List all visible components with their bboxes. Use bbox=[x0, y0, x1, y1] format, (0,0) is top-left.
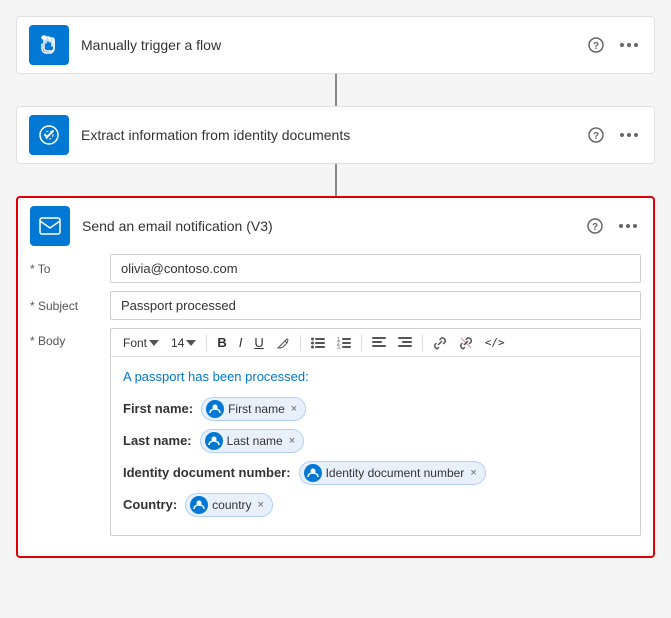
extract-info-card: Extract information from identity docume… bbox=[16, 106, 655, 164]
editor-content[interactable]: A passport has been processed: First nam… bbox=[111, 357, 640, 535]
subject-row: * Subject bbox=[30, 291, 641, 320]
email-card-actions: ? bbox=[583, 214, 641, 238]
last-name-tag[interactable]: Last name × bbox=[200, 429, 304, 453]
last-name-row: Last name: Last name bbox=[123, 429, 628, 453]
first-name-tag[interactable]: First name × bbox=[201, 397, 306, 421]
send-email-title: Send an email notification (V3) bbox=[82, 218, 583, 234]
card-actions: ? bbox=[584, 33, 642, 57]
country-tag-icon bbox=[190, 496, 208, 514]
manual-trigger-card: Manually trigger a flow ? bbox=[16, 16, 655, 74]
flow-container: Manually trigger a flow ? bbox=[16, 16, 655, 558]
italic-button[interactable]: I bbox=[235, 333, 247, 352]
body-row: * Body Font 14 bbox=[30, 328, 641, 536]
country-tag-label: country bbox=[212, 498, 251, 512]
toolbar-divider-4 bbox=[422, 335, 423, 351]
extract-help-button[interactable]: ? bbox=[584, 123, 608, 147]
id-number-tag-close[interactable]: × bbox=[470, 467, 476, 479]
svg-text:?: ? bbox=[592, 222, 598, 233]
numbered-list-button[interactable]: 1. 2. 3. bbox=[333, 335, 355, 351]
email-card-icon bbox=[30, 206, 70, 246]
intro-line: A passport has been processed: bbox=[123, 367, 628, 387]
bullet-list-button[interactable] bbox=[307, 335, 329, 351]
align-right-button[interactable] bbox=[394, 335, 416, 351]
first-name-tag-icon bbox=[206, 400, 224, 418]
align-left-button[interactable] bbox=[368, 335, 390, 351]
first-name-tag-label: First name bbox=[228, 402, 285, 416]
manual-trigger-icon bbox=[29, 25, 69, 65]
to-label: * To bbox=[30, 254, 110, 276]
extract-card-actions: ? bbox=[584, 123, 642, 147]
help-button[interactable]: ? bbox=[584, 33, 608, 57]
font-selector[interactable]: Font bbox=[119, 334, 163, 352]
country-tag[interactable]: country × bbox=[185, 493, 273, 517]
svg-text:3.: 3. bbox=[337, 345, 341, 349]
svg-text:?: ? bbox=[593, 131, 599, 142]
id-number-tag-icon bbox=[304, 464, 322, 482]
body-editor: Font 14 bbox=[110, 328, 641, 536]
last-name-tag-icon bbox=[205, 432, 223, 450]
toolbar-divider-3 bbox=[361, 335, 362, 351]
last-name-label: Last name: bbox=[123, 433, 192, 448]
first-name-tag-close[interactable]: × bbox=[291, 403, 297, 415]
extract-more-button[interactable] bbox=[616, 129, 642, 141]
country-label: Country: bbox=[123, 497, 177, 512]
id-number-row: Identity document number: Identity docu bbox=[123, 461, 628, 485]
send-email-card: Send an email notification (V3) ? bbox=[16, 196, 655, 558]
highlight-button[interactable] bbox=[272, 334, 294, 352]
email-form-body: * To * Subject * Body Font bbox=[18, 254, 653, 556]
font-size-dropdown-icon bbox=[186, 340, 196, 346]
font-size-value: 14 bbox=[171, 336, 184, 350]
first-name-row: First name: First name bbox=[123, 397, 628, 421]
underline-button[interactable]: U bbox=[250, 333, 267, 352]
subject-input[interactable] bbox=[110, 291, 641, 320]
toolbar-divider-2 bbox=[300, 335, 301, 351]
first-name-label: First name: bbox=[123, 401, 193, 416]
editor-toolbar: Font 14 bbox=[111, 329, 640, 357]
country-tag-close[interactable]: × bbox=[258, 499, 264, 511]
extract-icon bbox=[29, 115, 69, 155]
font-size-selector[interactable]: 14 bbox=[167, 334, 200, 352]
email-more-button[interactable] bbox=[615, 220, 641, 232]
to-row: * To bbox=[30, 254, 641, 283]
country-row: Country: country × bbox=[123, 493, 628, 517]
manual-trigger-title: Manually trigger a flow bbox=[81, 37, 584, 53]
toolbar-divider-1 bbox=[206, 335, 207, 351]
more-button[interactable] bbox=[616, 39, 642, 51]
to-input[interactable] bbox=[110, 254, 641, 283]
body-label: * Body bbox=[30, 328, 110, 348]
arrow-2 bbox=[335, 164, 337, 196]
last-name-tag-label: Last name bbox=[227, 434, 283, 448]
id-number-label: Identity document number: bbox=[123, 465, 291, 480]
font-label: Font bbox=[123, 336, 147, 350]
svg-text:?: ? bbox=[593, 41, 599, 52]
arrow-1 bbox=[335, 74, 337, 106]
subject-label: * Subject bbox=[30, 291, 110, 313]
unlink-button[interactable] bbox=[455, 334, 477, 352]
extract-info-title: Extract information from identity docume… bbox=[81, 127, 584, 143]
id-number-tag-label: Identity document number bbox=[326, 466, 465, 480]
code-button[interactable]: </> bbox=[481, 334, 509, 351]
email-help-button[interactable]: ? bbox=[583, 214, 607, 238]
bold-button[interactable]: B bbox=[213, 333, 230, 352]
link-button[interactable] bbox=[429, 334, 451, 352]
id-number-tag[interactable]: Identity document number × bbox=[299, 461, 486, 485]
last-name-tag-close[interactable]: × bbox=[289, 435, 295, 447]
font-dropdown-icon bbox=[149, 340, 159, 346]
